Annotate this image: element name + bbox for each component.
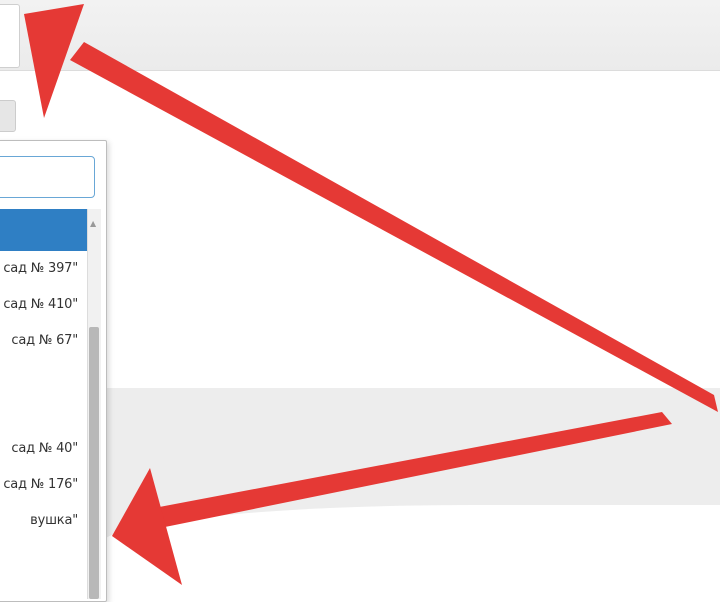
- arrow-to-top-left-icon: [24, 4, 718, 412]
- arrow-to-dropdown-icon: [112, 412, 672, 585]
- annotation-arrows: [24, 4, 718, 585]
